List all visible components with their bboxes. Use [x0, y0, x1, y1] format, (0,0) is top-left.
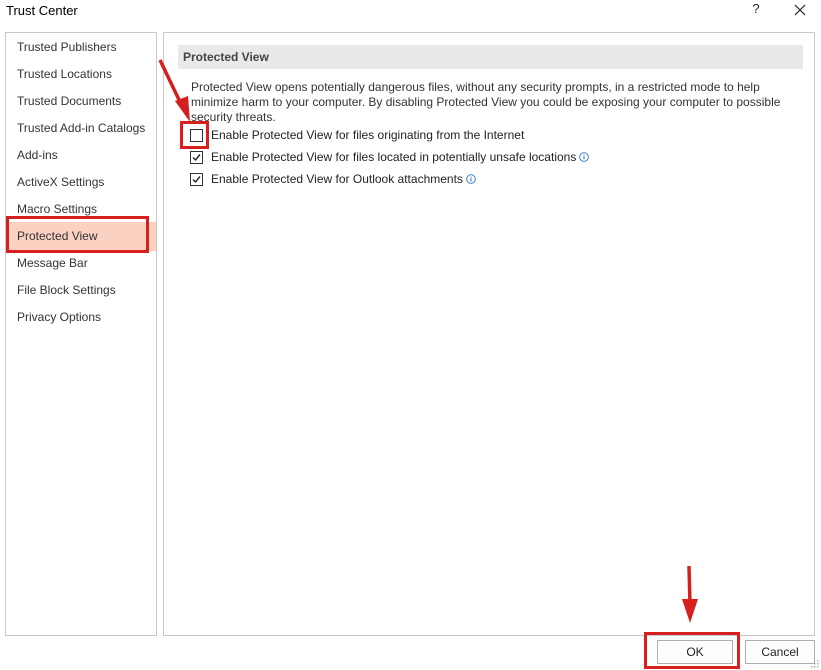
unsafe-locations-label: Enable Protected View for files located …: [211, 150, 577, 164]
main-panel: Protected View Protected View opens pote…: [163, 32, 815, 636]
sidebar-item-addins[interactable]: Add-ins: [6, 142, 156, 169]
window-title: Trust Center: [6, 3, 78, 18]
sidebar-item-trusted-addin-catalogs[interactable]: Trusted Add-in Catalogs: [6, 115, 156, 142]
checkmark-icon: [192, 153, 201, 161]
protected-view-description: Protected View opens potentially dangero…: [191, 80, 781, 123]
internet-files-checkbox[interactable]: [190, 128, 203, 142]
sidebar-item-trusted-publishers[interactable]: Trusted Publishers: [6, 34, 156, 61]
sidebar-item-trusted-documents[interactable]: Trusted Documents: [6, 88, 156, 115]
sidebar-item-protected-view[interactable]: Protected View: [6, 222, 156, 251]
outlook-attachments-checkbox[interactable]: [190, 172, 203, 186]
section-title: Protected View: [178, 45, 803, 69]
sidebar-item-activex-settings[interactable]: ActiveX Settings: [6, 169, 156, 196]
cancel-button[interactable]: Cancel: [745, 640, 815, 664]
sidebar-item-message-bar[interactable]: Message Bar: [6, 250, 156, 277]
title-bar: Trust Center ?: [0, 0, 821, 28]
sidebar-item-trusted-locations[interactable]: Trusted Locations: [6, 61, 156, 88]
option-unsafe-locations[interactable]: Enable Protected View for files located …: [190, 148, 590, 166]
ok-button[interactable]: OK: [657, 640, 733, 664]
option-internet-files[interactable]: Enable Protected View for files originat…: [190, 126, 524, 144]
sidebar-item-privacy-options[interactable]: Privacy Options: [6, 304, 156, 331]
sidebar-nav: Trusted Publishers Trusted Locations Tru…: [5, 32, 157, 636]
outlook-attachments-label: Enable Protected View for Outlook attach…: [211, 172, 463, 186]
help-button[interactable]: ?: [748, 1, 764, 19]
close-button[interactable]: [790, 1, 810, 19]
unsafe-locations-checkbox[interactable]: [190, 150, 203, 164]
resize-grip-icon[interactable]: [808, 657, 820, 669]
internet-files-label: Enable Protected View for files originat…: [211, 128, 525, 142]
info-icon[interactable]: [466, 174, 476, 184]
option-outlook-attachments[interactable]: Enable Protected View for Outlook attach…: [190, 170, 476, 188]
close-icon: [794, 4, 806, 16]
sidebar-item-file-block-settings[interactable]: File Block Settings: [6, 277, 156, 304]
sidebar-item-macro-settings[interactable]: Macro Settings: [6, 196, 156, 223]
info-icon[interactable]: [579, 152, 590, 162]
checkmark-icon: [192, 175, 201, 183]
